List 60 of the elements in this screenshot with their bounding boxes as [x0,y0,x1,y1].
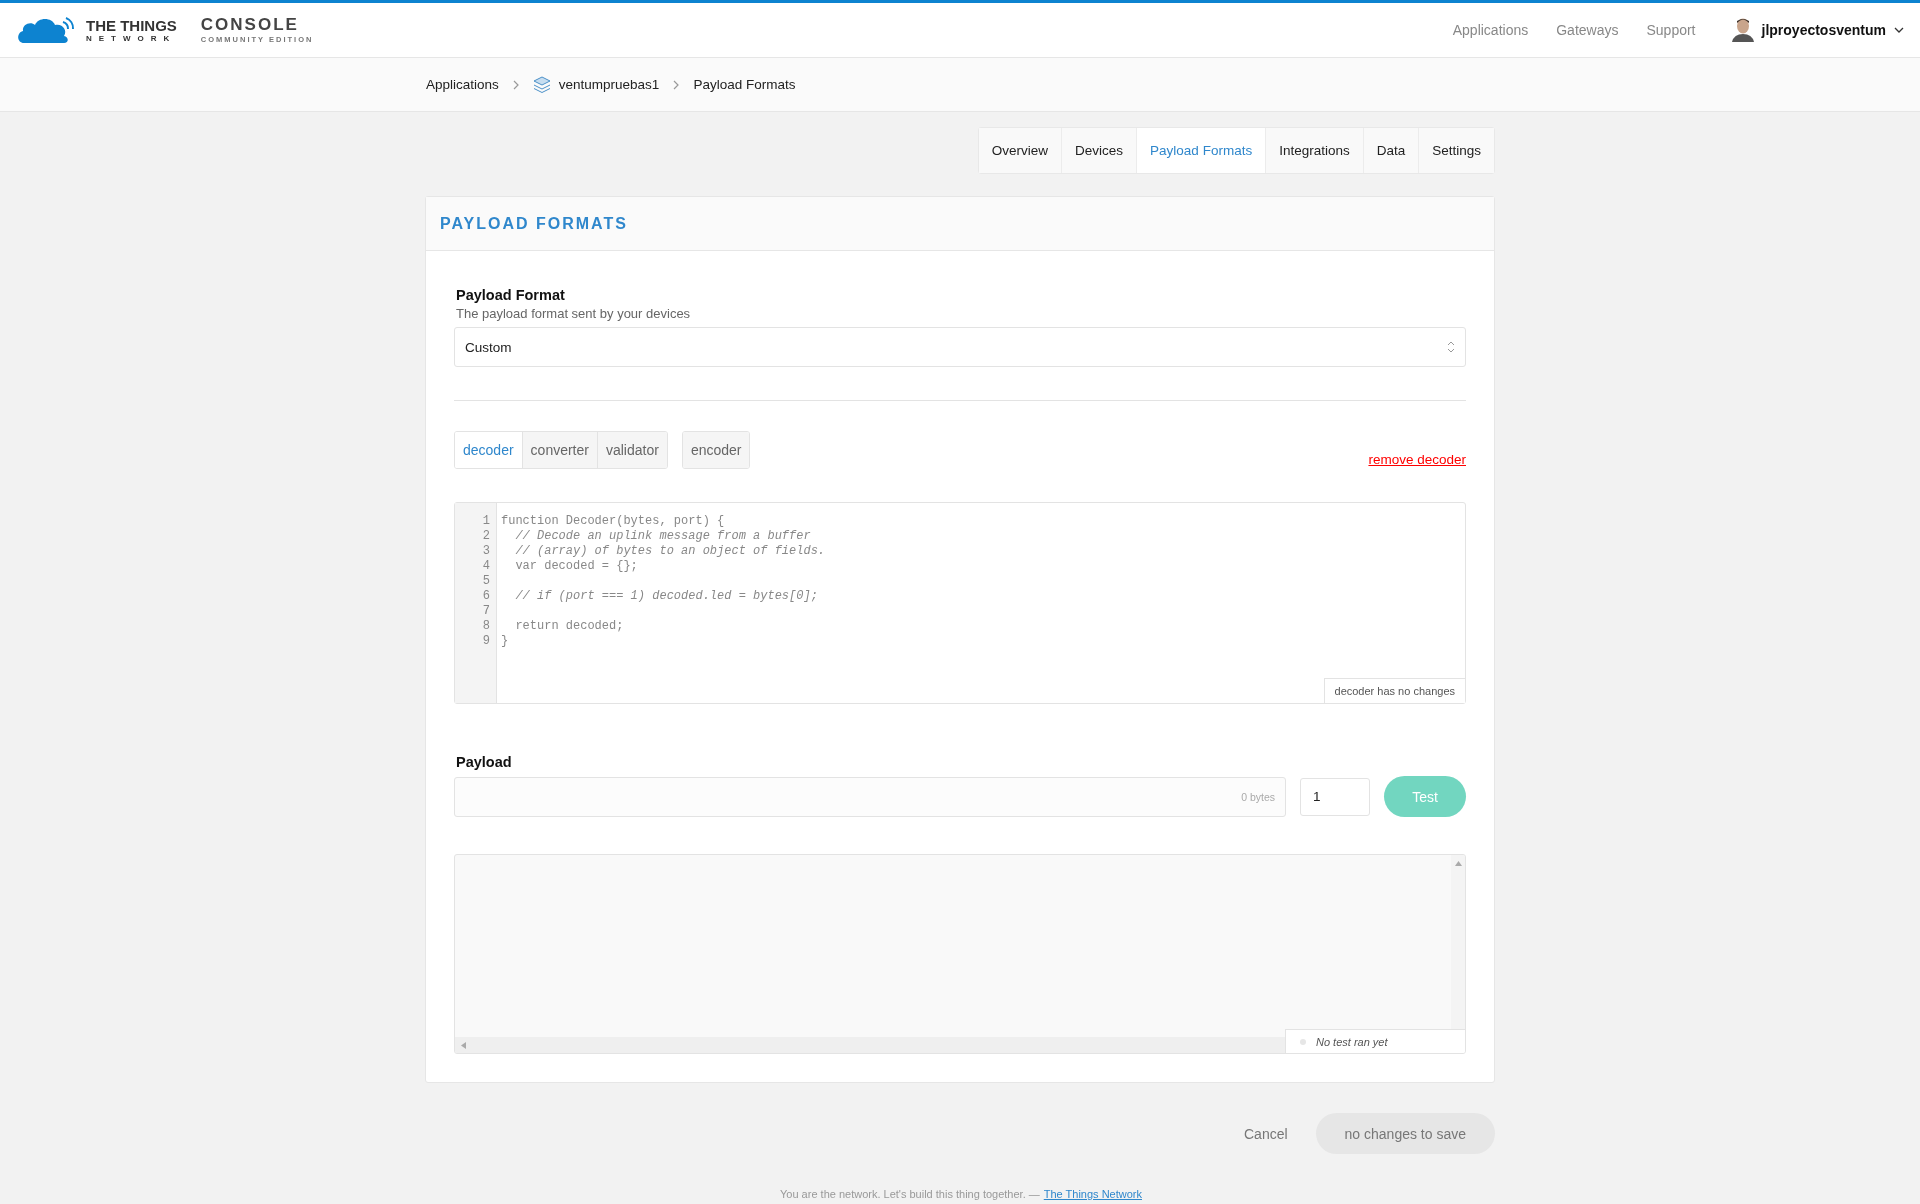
user-name[interactable]: jlproyectosventum [1761,22,1886,38]
tab[interactable]: Data [1362,128,1419,173]
avatar-icon[interactable] [1731,18,1754,42]
tab[interactable]: Settings [1418,128,1494,173]
save-button[interactable]: no changes to save [1315,1113,1495,1154]
function-tab[interactable]: encoder [682,432,750,468]
status-dot [1300,1038,1306,1045]
chevron-down-icon[interactable] [1894,27,1904,33]
breadcrumb-current: Payload Formats [693,77,796,92]
function-tab[interactable]: converter [521,432,597,468]
vertical-scrollbar[interactable] [1451,855,1465,1029]
nav-link[interactable]: Support [1646,22,1696,38]
nav-link[interactable]: Gateways [1556,22,1619,38]
byte-count: 0 bytes [1241,790,1275,803]
card-title: PAYLOAD FORMATS [440,214,628,233]
code-line: // Decode an uplink message from a buffer [514,529,811,543]
line-number: 5 [481,574,491,589]
breadcrumb-link[interactable]: ventumpruebas1 [558,77,660,92]
cancel-link[interactable]: Cancel [1244,1125,1288,1142]
layers-icon [532,75,551,94]
line-number: 4 [481,559,491,574]
code-line: var decoded = {}; [514,559,638,573]
tab[interactable]: Integrations [1265,128,1363,173]
line-number: 3 [481,544,491,559]
format-select[interactable]: Custom [454,327,1466,367]
footer-text: You are the network. Let's build this thing together. — [780,1188,1040,1200]
code-line: // (array) of bytes to an object of fields. [514,544,826,558]
function-tab[interactable]: validator [596,432,667,468]
code-line: // if (port === 1) decoded.led = bytes[0]; [514,589,818,603]
console-title: CONSOLE [200,16,300,34]
line-number: 2 [481,529,491,544]
line-number: 8 [481,619,491,634]
editor-status: decoder has no changes [1323,678,1465,703]
nav-link[interactable]: Applications [1452,22,1529,38]
line-number: 1 [481,514,491,529]
line-number: 9 [481,634,491,649]
line-number: 7 [481,604,491,619]
field-label: Payload Format [456,287,566,303]
scroll-left-icon[interactable] [461,1041,466,1049]
remove-link[interactable]: remove decoder [1368,452,1466,467]
tab[interactable]: Devices [1061,128,1137,173]
line-number: 6 [481,589,491,604]
logo-subtext: NETWORK [86,34,177,43]
code-line: function Decoder(bytes, port) { [501,514,725,528]
code-line: return decoded; [514,619,624,633]
test-status: No test ran yet [1316,1035,1388,1048]
scroll-up-icon[interactable] [1454,861,1462,866]
footer-link[interactable]: The Things Network [1043,1188,1142,1200]
chevron-right-icon [673,79,680,90]
logo-text: THE THINGS [86,17,177,33]
tab[interactable]: Overview [978,128,1062,173]
horizontal-scrollbar[interactable] [455,1037,1285,1053]
code-editor[interactable] [454,502,1466,704]
sort-arrows-icon [1447,341,1455,353]
port-field[interactable]: 1 [1300,777,1370,816]
field-hint: The payload format sent by your devices [456,306,692,321]
code-line: } [501,634,509,648]
breadcrumb-link[interactable]: Applications [426,77,499,92]
field-label: Payload [456,754,513,770]
chevron-right-icon [512,79,519,90]
